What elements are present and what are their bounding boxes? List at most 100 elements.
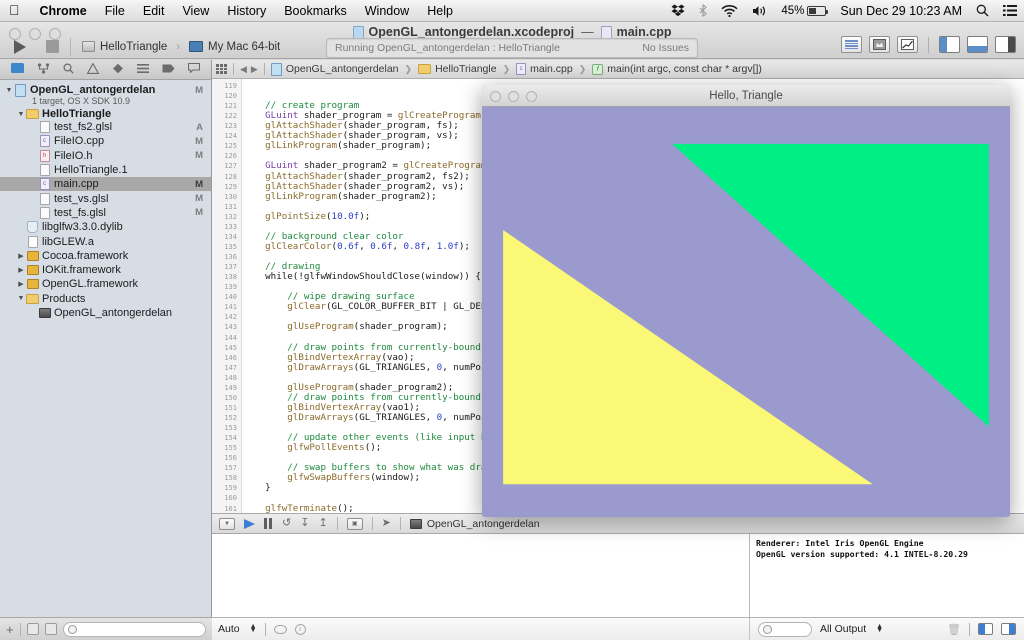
scheme-selector[interactable]: HelloTriangle › My Mac 64-bit <box>82 41 280 53</box>
menu-item-window[interactable]: Window <box>356 4 418 18</box>
breadcrumb-symbol[interactable]: f main(int argc, const char * argv[]) <box>592 63 762 75</box>
tree-row[interactable]: h FileIO.h M <box>0 149 211 163</box>
editor-vertical-scrollbar[interactable] <box>1013 98 1024 513</box>
code-line[interactable]: glPointSize(10.0f); <box>243 211 370 222</box>
code-line[interactable]: glfwTerminate(); <box>243 503 354 513</box>
tree-row[interactable]: HelloTriangle.1 <box>0 163 211 177</box>
step-over-icon[interactable]: ↺ <box>282 518 291 529</box>
menu-item-file[interactable]: File <box>96 4 134 18</box>
navigator-filter-input[interactable] <box>62 621 206 637</box>
navigator-tab-project[interactable] <box>11 63 25 76</box>
toggle-navigator-button[interactable] <box>939 36 960 53</box>
standard-editor-button[interactable] <box>841 36 862 53</box>
tree-row[interactable]: test_vs.glsl M <box>0 191 211 205</box>
pause-icon[interactable] <box>264 518 273 529</box>
code-line[interactable]: glfwPollEvents(); <box>243 443 381 453</box>
source-control-filter-icon[interactable] <box>44 623 57 635</box>
menu-item-bookmarks[interactable]: Bookmarks <box>275 4 356 18</box>
tree-row[interactable]: ▶ IOKit.framework <box>0 263 211 277</box>
variables-view[interactable] <box>212 534 750 617</box>
recent-files-filter-icon[interactable] <box>26 623 39 635</box>
opengl-close-button[interactable] <box>490 91 501 102</box>
code-line[interactable]: glDrawArrays(GL_TRIANGLES, 0, numPoints)… <box>243 412 514 423</box>
volume-icon[interactable] <box>745 5 774 17</box>
menu-item-help[interactable]: Help <box>418 4 462 18</box>
tree-row[interactable]: test_fs.glsl M <box>0 206 211 220</box>
go-forward-button[interactable]: ▶ <box>251 64 258 75</box>
show-variables-pane-button[interactable] <box>978 623 994 635</box>
step-into-icon[interactable]: ↧ <box>300 518 309 529</box>
filter-clear-icon[interactable] <box>67 624 77 634</box>
opengl-zoom-button[interactable] <box>526 91 537 102</box>
opengl-traffic-lights[interactable] <box>490 91 537 102</box>
navigator-tab-breakpoint-icon[interactable] <box>162 64 175 76</box>
navigator-tab-issue-icon[interactable] <box>86 61 100 77</box>
console-filter-clear-icon[interactable] <box>763 624 772 634</box>
navigator-tab-test-icon[interactable] <box>112 63 124 77</box>
location-icon[interactable]: ➤ <box>382 518 391 529</box>
debug-process-selector[interactable]: OpenGL_antongerdelan <box>409 518 540 530</box>
menu-item-edit[interactable]: Edit <box>134 4 174 18</box>
disclosure-triangle-icon[interactable]: ▼ <box>4 87 14 94</box>
tree-row[interactable]: OpenGL_antongerdelan <box>0 306 211 320</box>
scope-selector-label[interactable]: Auto <box>218 623 240 635</box>
console-output[interactable]: Renderer: Intel Iris OpenGL Engine OpenG… <box>750 534 1024 617</box>
menu-item-chrome[interactable]: Chrome <box>31 4 96 18</box>
go-back-button[interactable]: ◀ <box>240 64 247 75</box>
show-variables-icon[interactable] <box>273 624 287 634</box>
code-line[interactable]: glUseProgram(shader_program); <box>243 322 447 332</box>
run-button[interactable] <box>14 39 26 54</box>
bluetooth-icon[interactable] <box>692 4 714 17</box>
battery-status[interactable]: 45% <box>774 5 833 17</box>
menu-item-view[interactable]: View <box>173 4 218 18</box>
continue-flag-icon[interactable] <box>244 518 255 529</box>
clear-console-icon[interactable]: 🗑 <box>947 623 961 636</box>
console-filter-input[interactable] <box>758 621 812 637</box>
tree-row[interactable]: ▼ Products <box>0 292 211 306</box>
disclosure-triangle-icon[interactable]: ▶ <box>16 252 26 260</box>
tree-row[interactable]: ▼ HelloTriangle <box>0 108 211 120</box>
output-filter-label[interactable]: All Output <box>820 623 866 635</box>
tree-row[interactable]: libglfw3.3.0.dylib <box>0 220 211 234</box>
code-line[interactable]: while(!glfwWindowShouldClose(window)) { <box>243 272 481 282</box>
scope-stepper-icon[interactable]: ▲ ▼ <box>250 623 257 634</box>
info-icon[interactable]: i <box>294 623 306 635</box>
opengl-canvas[interactable] <box>482 107 1010 517</box>
tree-row[interactable]: ▶ Cocoa.framework <box>0 249 211 263</box>
navigator-tab-source-control[interactable] <box>37 62 50 77</box>
opengl-output-window[interactable]: Hello, Triangle <box>482 85 1010 517</box>
view-hierarchy-icon[interactable]: ▣ <box>346 517 363 530</box>
navigator-tab-search-icon[interactable] <box>63 62 74 77</box>
code-line[interactable]: glLinkProgram(shader_program2); <box>243 191 437 202</box>
disclosure-triangle-icon[interactable]: ▶ <box>16 280 26 288</box>
output-filter-stepper-icon[interactable]: ▲ ▼ <box>876 623 883 634</box>
code-line[interactable]: glDrawArrays(GL_TRIANGLES, 0, numPoints)… <box>243 362 514 373</box>
tree-row[interactable]: c main.cpp M <box>0 177 211 192</box>
add-file-button[interactable]: + <box>6 623 14 636</box>
toggle-debug-area-button[interactable] <box>967 36 988 53</box>
stop-button[interactable] <box>46 40 59 53</box>
disclosure-triangle-icon[interactable]: ▼ <box>16 111 26 118</box>
breadcrumb-project[interactable]: OpenGL_antongerdelan <box>270 62 399 76</box>
hide-debug-area-icon[interactable]: ▼ <box>219 517 235 530</box>
version-editor-button[interactable] <box>897 36 918 53</box>
step-out-icon[interactable]: ↥ <box>318 518 327 529</box>
disclosure-triangle-icon[interactable]: ▼ <box>16 295 26 302</box>
spotlight-search-icon[interactable] <box>969 4 996 17</box>
menubar-clock[interactable]: Sun Dec 29 10:23 AM <box>833 4 969 18</box>
opengl-minimize-button[interactable] <box>508 91 519 102</box>
tree-row[interactable]: ▼ OpenGL_antongerdelan M <box>0 83 211 97</box>
menu-item-history[interactable]: History <box>218 4 275 18</box>
issues-label[interactable]: No Issues <box>642 42 689 54</box>
code-line[interactable]: glLinkProgram(shader_program); <box>243 141 431 151</box>
code-line[interactable]: } <box>243 483 271 493</box>
wifi-icon[interactable] <box>714 4 745 17</box>
toggle-utilities-button[interactable] <box>995 36 1016 53</box>
dropbox-icon[interactable] <box>664 4 692 17</box>
navigator-tab-report-icon[interactable] <box>187 62 200 76</box>
tree-row[interactable]: ▶ OpenGL.framework <box>0 277 211 291</box>
assistant-editor-button[interactable] <box>869 36 890 53</box>
show-console-pane-button[interactable] <box>1001 623 1017 635</box>
code-line[interactable]: glClearColor(0.6f, 0.6f, 0.8f, 1.0f); <box>243 241 470 252</box>
breadcrumb-file[interactable]: c main.cpp <box>516 63 573 75</box>
